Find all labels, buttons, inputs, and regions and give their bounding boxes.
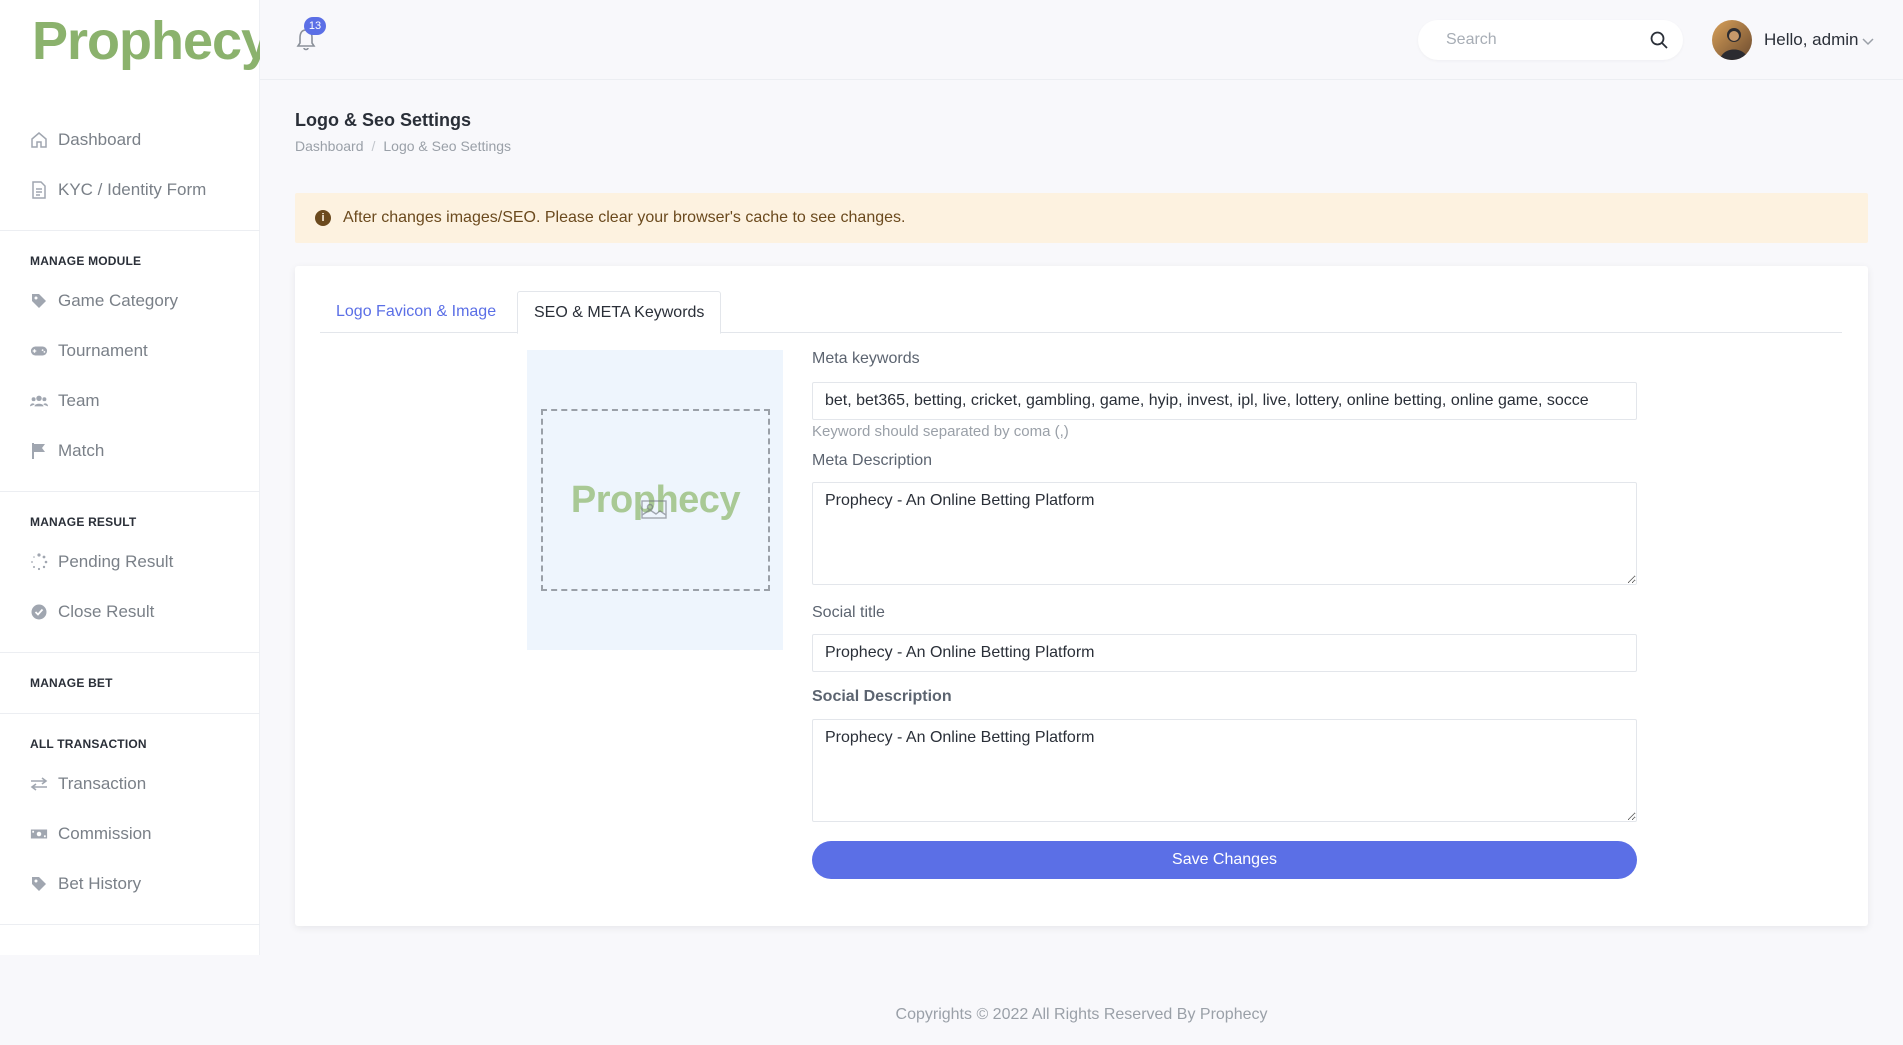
breadcrumb-item-current: Logo & Seo Settings bbox=[383, 138, 512, 154]
gamepad-icon bbox=[30, 342, 48, 360]
sidebar-item-match[interactable]: Match bbox=[0, 426, 260, 476]
sidebar-item-tournament[interactable]: Tournament bbox=[0, 326, 260, 376]
search-input[interactable] bbox=[1446, 31, 1636, 49]
upload-icon bbox=[641, 497, 667, 519]
divider bbox=[0, 491, 260, 492]
sidebar-item-dashboard[interactable]: Dashboard bbox=[0, 115, 260, 165]
sidebar-item-label: Bet History bbox=[58, 874, 142, 893]
sidebar-item-label: Commission bbox=[58, 824, 152, 843]
home-icon bbox=[30, 131, 48, 149]
meta-description-textarea[interactable]: Prophecy - An Online Betting Platform bbox=[812, 482, 1637, 585]
search-icon[interactable] bbox=[1649, 30, 1669, 50]
meta-keywords-label: Meta keywords bbox=[812, 350, 920, 367]
spinner-icon bbox=[30, 553, 48, 571]
tab-bar: Logo Favicon & Image SEO & META Keywords bbox=[320, 291, 1842, 334]
meta-description-label: Meta Description bbox=[812, 452, 933, 469]
section-title-all-transaction: ALL TRANSACTION bbox=[30, 737, 147, 751]
sidebar-item-label: Close Result bbox=[58, 602, 155, 621]
social-description-textarea[interactable]: Prophecy - An Online Betting Platform bbox=[812, 719, 1637, 822]
divider bbox=[0, 924, 260, 925]
sidebar-item-pending-result[interactable]: Pending Result bbox=[0, 537, 260, 587]
info-icon: i bbox=[315, 210, 331, 226]
money-icon bbox=[30, 825, 48, 843]
topbar: 13 Hello, admin bbox=[260, 0, 1903, 80]
sidebar: Prophecy Dashboard KYC / Identity Form M… bbox=[0, 0, 271, 955]
breadcrumb: Dashboard / Logo & Seo Settings bbox=[295, 138, 511, 154]
notification-badge: 13 bbox=[304, 17, 326, 35]
avatar[interactable] bbox=[1712, 20, 1752, 60]
seo-form: Meta keywords Keyword should separated b… bbox=[812, 350, 1637, 879]
sidebar-item-label: Dashboard bbox=[58, 130, 142, 149]
page-title: Logo & Seo Settings bbox=[295, 110, 472, 130]
search-box bbox=[1418, 20, 1683, 60]
users-icon bbox=[30, 392, 48, 410]
sidebar-item-label: Transaction bbox=[58, 774, 147, 793]
cache-alert: i After changes images/SEO. Please clear… bbox=[295, 193, 1868, 243]
sidebar-item-team[interactable]: Team bbox=[0, 376, 260, 426]
document-icon bbox=[30, 181, 48, 199]
social-title-input[interactable] bbox=[812, 634, 1637, 672]
section-title-manage-result: MANAGE RESULT bbox=[30, 515, 137, 529]
sidebar-item-bet-history[interactable]: Bet History bbox=[0, 859, 260, 909]
settings-card: Logo Favicon & Image SEO & META Keywords… bbox=[295, 266, 1868, 926]
sidebar-item-game-category[interactable]: Game Category bbox=[0, 276, 260, 326]
seo-image-preview[interactable]: Prophecy bbox=[527, 350, 783, 650]
divider bbox=[0, 230, 260, 231]
alert-text: After changes images/SEO. Please clear y… bbox=[343, 209, 906, 226]
divider bbox=[0, 652, 260, 653]
sidebar-item-label: KYC / Identity Form bbox=[58, 180, 207, 199]
breadcrumb-item-dashboard[interactable]: Dashboard bbox=[295, 138, 364, 154]
section-title-manage-bet: MANAGE BET bbox=[30, 676, 113, 690]
sidebar-item-transaction[interactable]: Transaction bbox=[0, 759, 260, 809]
social-description-label: Social Description bbox=[812, 688, 952, 705]
sidebar-item-label: Pending Result bbox=[58, 552, 174, 571]
breadcrumb-separator: / bbox=[371, 138, 376, 154]
sidebar-item-commission[interactable]: Commission bbox=[0, 809, 260, 859]
tag-icon bbox=[30, 875, 48, 893]
sidebar-item-label: Team bbox=[58, 391, 100, 410]
sidebar-item-kyc[interactable]: KYC / Identity Form bbox=[0, 165, 260, 215]
user-greeting[interactable]: Hello, admin bbox=[1764, 30, 1859, 50]
exchange-icon bbox=[30, 775, 48, 793]
chevron-down-icon[interactable] bbox=[1861, 34, 1875, 46]
section-title-manage-module: MANAGE MODULE bbox=[30, 254, 142, 268]
tag-icon bbox=[30, 292, 48, 310]
save-changes-button[interactable]: Save Changes bbox=[812, 841, 1637, 879]
sidebar-item-label: Tournament bbox=[58, 341, 148, 360]
brand-logo[interactable]: Prophecy bbox=[32, 10, 271, 72]
sidebar-item-close-result[interactable]: Close Result bbox=[0, 587, 260, 637]
sidebar-item-label: Game Category bbox=[58, 291, 178, 310]
meta-keywords-help: Keyword should separated by coma (,) bbox=[812, 423, 1069, 440]
sidebar-item-label: Match bbox=[58, 441, 105, 460]
check-circle-icon bbox=[30, 603, 48, 621]
social-title-label: Social title bbox=[812, 604, 885, 621]
sidebar-nav: Dashboard KYC / Identity Form MANAGE MOD… bbox=[0, 115, 260, 940]
tab-seo-meta-keywords[interactable]: SEO & META Keywords bbox=[517, 291, 722, 334]
footer-copyright: Copyrights © 2022 All Rights Reserved By… bbox=[895, 1006, 1268, 1023]
tab-logo-favicon-image[interactable]: Logo Favicon & Image bbox=[320, 291, 512, 333]
divider bbox=[0, 713, 260, 714]
flag-icon bbox=[30, 442, 48, 460]
meta-keywords-input[interactable] bbox=[812, 382, 1637, 420]
